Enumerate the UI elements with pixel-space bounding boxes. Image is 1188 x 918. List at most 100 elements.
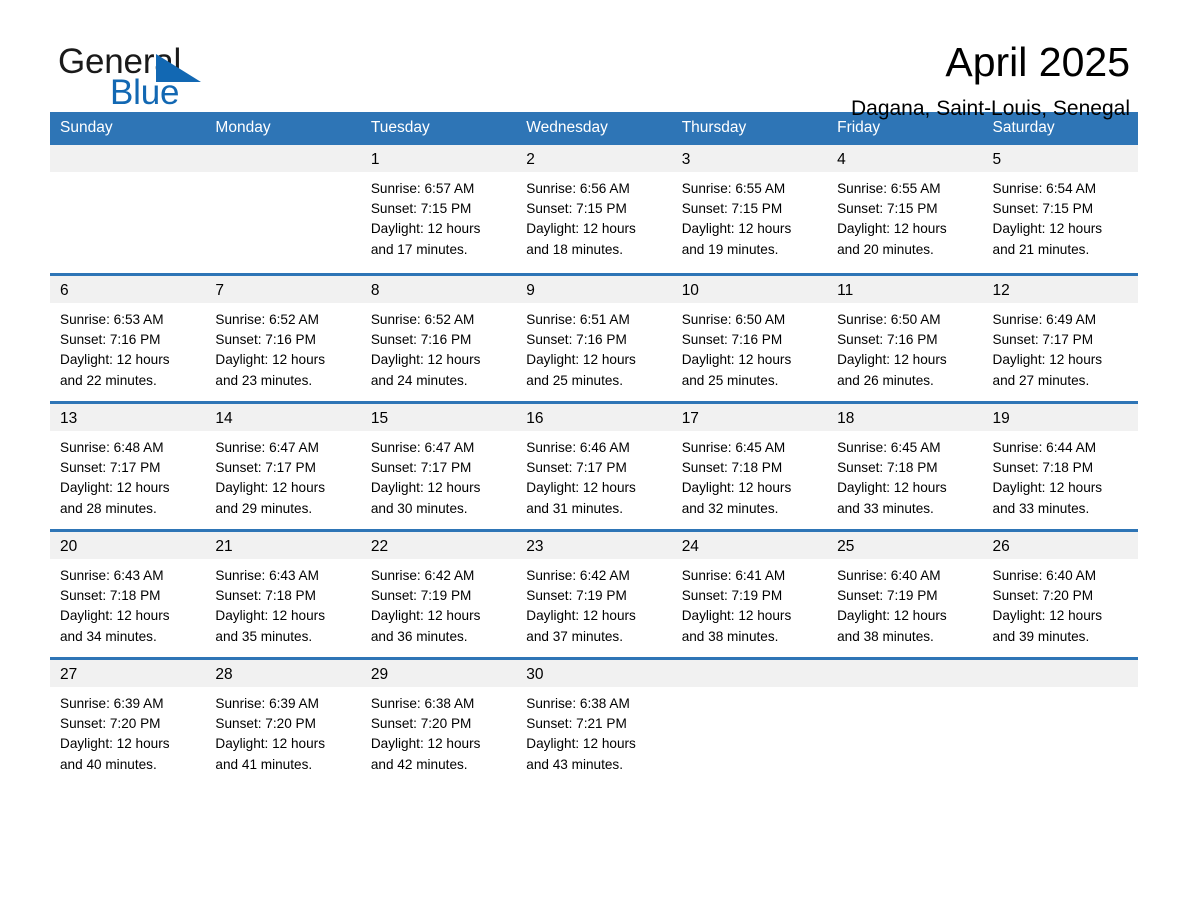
calendar-day-cell[interactable]: 20 Sunrise: 6:43 AM Sunset: 7:18 PM Dayligh… bbox=[50, 529, 206, 657]
calendar-day-cell[interactable] bbox=[205, 145, 361, 273]
calendar-day-cell[interactable]: 15 Sunrise: 6:47 AM Sunset: 7:17 PM Dayligh… bbox=[360, 401, 517, 529]
day-details: Sunrise: 6:52 AM Sunset: 7:16 PM Daylight:… bbox=[361, 303, 516, 391]
sunrise-time: Sunrise: 6:43 AM bbox=[60, 568, 164, 583]
calendar-day-cell[interactable]: 8 Sunrise: 6:52 AM Sunset: 7:16 PM Daylight… bbox=[360, 273, 517, 401]
sunrise-time: Sunrise: 6:45 AM bbox=[681, 440, 786, 455]
calendar-day-cell[interactable]: 9 Sunrise: 6:51 AM Sunset: 7:16 PM Daylight… bbox=[516, 273, 672, 401]
daylight-duration-line1: Daylight: 12 hours bbox=[681, 221, 792, 237]
sunset-time: Sunset: 7:18 PM bbox=[992, 460, 1094, 476]
daylight-duration-line2: and 33 minutes. bbox=[992, 500, 1090, 516]
sunset-time: Sunset: 7:19 PM bbox=[681, 588, 783, 604]
daylight-duration-line2: and 19 minutes. bbox=[681, 241, 779, 257]
daylight-duration-line1: Daylight: 12 hours bbox=[60, 608, 170, 624]
daylight-duration-line2: and 30 minutes. bbox=[370, 500, 468, 516]
calendar-day-cell[interactable]: 7 Sunrise: 6:52 AM Sunset: 7:16 PM Daylight… bbox=[205, 273, 361, 401]
day-details: Sunrise: 6:56 AM Sunset: 7:15 PM Daylight:… bbox=[516, 172, 671, 260]
sunset-time: Sunset: 7:16 PM bbox=[837, 332, 938, 348]
calendar-day-cell[interactable]: 10 Sunrise: 6:50 AM Sunset: 7:16 PM Dayligh… bbox=[671, 273, 828, 401]
calendar-day-cell[interactable] bbox=[50, 145, 206, 273]
daylight-duration-line1: Daylight: 12 hours bbox=[60, 352, 170, 368]
sunrise-time: Sunrise: 6:52 AM bbox=[215, 312, 319, 327]
calendar-day-cell[interactable]: 27 Sunrise: 6:39 AM Sunset: 7:20 PM Dayligh… bbox=[50, 657, 206, 785]
day-details: Sunrise: 6:46 AM Sunset: 7:17 PM Daylight:… bbox=[516, 431, 671, 519]
sunrise-time: Sunrise: 6:47 AM bbox=[370, 440, 475, 455]
sunset-time: Sunset: 7:18 PM bbox=[837, 460, 938, 476]
calendar-day-cell[interactable]: 4 Sunrise: 6:55 AM Sunset: 7:15 PM Daylight… bbox=[827, 145, 983, 273]
day-cell-inner: 8 Sunrise: 6:52 AM Sunset: 7:16 PM Daylight… bbox=[360, 273, 517, 401]
daylight-duration-line2: and 34 minutes. bbox=[60, 628, 157, 644]
calendar-day-cell[interactable]: 21 Sunrise: 6:43 AM Sunset: 7:18 PM Dayligh… bbox=[205, 529, 361, 657]
sunrise-time: Sunrise: 6:51 AM bbox=[526, 312, 630, 327]
day-number: 1 bbox=[360, 145, 517, 172]
day-cell-inner: 5 Sunrise: 6:54 AM Sunset: 7:15 PM Daylight… bbox=[982, 145, 1138, 273]
day-details bbox=[827, 687, 982, 694]
day-details: Sunrise: 6:45 AM Sunset: 7:18 PM Daylight:… bbox=[672, 431, 827, 519]
day-number: 9 bbox=[516, 273, 672, 303]
day-number bbox=[671, 657, 828, 687]
daylight-duration-line1: Daylight: 12 hours bbox=[526, 352, 636, 368]
weekday-header-tuesday: Tuesday bbox=[360, 112, 517, 145]
daylight-duration-line1: Daylight: 12 hours bbox=[681, 352, 792, 368]
calendar-day-cell[interactable]: 22 Sunrise: 6:42 AM Sunset: 7:19 PM Dayligh… bbox=[360, 529, 517, 657]
sunset-time: Sunset: 7:15 PM bbox=[370, 201, 472, 217]
calendar-day-cell[interactable]: 28 Sunrise: 6:39 AM Sunset: 7:20 PM Dayligh… bbox=[205, 657, 361, 785]
daylight-duration-line1: Daylight: 12 hours bbox=[837, 480, 947, 496]
daylight-duration-line1: Daylight: 12 hours bbox=[526, 736, 636, 752]
calendar-day-cell[interactable]: 11 Sunrise: 6:50 AM Sunset: 7:16 PM Dayligh… bbox=[827, 273, 983, 401]
daylight-duration-line2: and 38 minutes. bbox=[837, 628, 934, 644]
day-number: 15 bbox=[360, 401, 517, 431]
calendar-day-cell[interactable]: 16 Sunrise: 6:46 AM Sunset: 7:17 PM Dayligh… bbox=[516, 401, 672, 529]
day-details: Sunrise: 6:49 AM Sunset: 7:17 PM Daylight:… bbox=[983, 303, 1138, 391]
sunrise-time: Sunrise: 6:54 AM bbox=[992, 181, 1097, 196]
sunrise-time: Sunrise: 6:44 AM bbox=[992, 440, 1097, 455]
calendar-day-cell[interactable] bbox=[827, 657, 983, 785]
day-details: Sunrise: 6:57 AM Sunset: 7:15 PM Daylight:… bbox=[361, 172, 516, 260]
calendar-day-cell[interactable]: 23 Sunrise: 6:42 AM Sunset: 7:19 PM Dayligh… bbox=[516, 529, 672, 657]
sunrise-time: Sunrise: 6:42 AM bbox=[526, 568, 630, 583]
calendar-day-cell[interactable]: 12 Sunrise: 6:49 AM Sunset: 7:17 PM Dayligh… bbox=[982, 273, 1138, 401]
day-cell-inner: 28 Sunrise: 6:39 AM Sunset: 7:20 PM Dayligh… bbox=[205, 657, 361, 785]
daylight-duration-line2: and 43 minutes. bbox=[526, 756, 623, 772]
calendar-day-cell[interactable]: 14 Sunrise: 6:47 AM Sunset: 7:17 PM Dayligh… bbox=[205, 401, 361, 529]
day-number: 3 bbox=[671, 145, 828, 172]
calendar-day-cell[interactable]: 19 Sunrise: 6:44 AM Sunset: 7:18 PM Dayligh… bbox=[982, 401, 1138, 529]
day-details: Sunrise: 6:52 AM Sunset: 7:16 PM Daylight:… bbox=[205, 303, 360, 391]
calendar-day-cell[interactable]: 1 Sunrise: 6:57 AM Sunset: 7:15 PM Daylight… bbox=[360, 145, 517, 273]
calendar-day-cell[interactable]: 26 Sunrise: 6:40 AM Sunset: 7:20 PM Dayligh… bbox=[982, 529, 1138, 657]
location-subtitle: Dagana, Saint-Louis, Senegal bbox=[850, 97, 1130, 120]
sunset-time: Sunset: 7:16 PM bbox=[60, 332, 161, 348]
daylight-duration-line2: and 42 minutes. bbox=[370, 756, 468, 772]
day-cell-inner: 14 Sunrise: 6:47 AM Sunset: 7:17 PM Dayligh… bbox=[205, 401, 361, 529]
daylight-duration-line1: Daylight: 12 hours bbox=[215, 352, 325, 368]
day-cell-inner: 29 Sunrise: 6:38 AM Sunset: 7:20 PM Dayligh… bbox=[360, 657, 517, 785]
calendar-day-cell[interactable]: 3 Sunrise: 6:55 AM Sunset: 7:15 PM Daylight… bbox=[671, 145, 828, 273]
day-cell-inner: 23 Sunrise: 6:42 AM Sunset: 7:19 PM Dayligh… bbox=[516, 529, 672, 657]
calendar-day-cell[interactable] bbox=[671, 657, 828, 785]
calendar-day-cell[interactable]: 2 Sunrise: 6:56 AM Sunset: 7:15 PM Daylight… bbox=[516, 145, 672, 273]
calendar-day-cell[interactable]: 30 Sunrise: 6:38 AM Sunset: 7:21 PM Dayligh… bbox=[516, 657, 672, 785]
calendar-day-cell[interactable]: 24 Sunrise: 6:41 AM Sunset: 7:19 PM Dayligh… bbox=[671, 529, 828, 657]
calendar-day-cell[interactable]: 5 Sunrise: 6:54 AM Sunset: 7:15 PM Daylight… bbox=[982, 145, 1138, 273]
calendar-day-cell[interactable]: 6 Sunrise: 6:53 AM Sunset: 7:16 PM Daylight… bbox=[50, 273, 206, 401]
sunset-time: Sunset: 7:19 PM bbox=[370, 588, 472, 604]
sunset-time: Sunset: 7:18 PM bbox=[60, 588, 161, 604]
sunrise-time: Sunrise: 6:57 AM bbox=[370, 181, 475, 196]
calendar-day-cell[interactable]: 29 Sunrise: 6:38 AM Sunset: 7:20 PM Dayligh… bbox=[360, 657, 517, 785]
sunset-time: Sunset: 7:15 PM bbox=[681, 201, 783, 217]
day-cell-inner: 21 Sunrise: 6:43 AM Sunset: 7:18 PM Dayligh… bbox=[205, 529, 361, 657]
sunset-time: Sunset: 7:17 PM bbox=[215, 460, 316, 476]
calendar-day-cell[interactable]: 25 Sunrise: 6:40 AM Sunset: 7:19 PM Dayligh… bbox=[827, 529, 983, 657]
sunset-time: Sunset: 7:16 PM bbox=[526, 332, 627, 348]
calendar-day-cell[interactable]: 13 Sunrise: 6:48 AM Sunset: 7:17 PM Dayligh… bbox=[50, 401, 206, 529]
daylight-duration-line2: and 31 minutes. bbox=[526, 500, 623, 516]
day-details: Sunrise: 6:38 AM Sunset: 7:20 PM Daylight:… bbox=[361, 687, 516, 775]
sunrise-time: Sunrise: 6:39 AM bbox=[215, 696, 319, 711]
day-cell-inner: 3 Sunrise: 6:55 AM Sunset: 7:15 PM Daylight… bbox=[671, 145, 828, 273]
calendar-day-cell[interactable] bbox=[982, 657, 1138, 785]
calendar-day-cell[interactable]: 17 Sunrise: 6:45 AM Sunset: 7:18 PM Dayligh… bbox=[671, 401, 828, 529]
day-number: 30 bbox=[516, 657, 672, 687]
day-cell-inner: 9 Sunrise: 6:51 AM Sunset: 7:16 PM Daylight… bbox=[516, 273, 672, 401]
daylight-duration-line1: Daylight: 12 hours bbox=[992, 221, 1103, 237]
calendar-day-cell[interactable]: 18 Sunrise: 6:45 AM Sunset: 7:18 PM Dayligh… bbox=[827, 401, 983, 529]
sunset-time: Sunset: 7:15 PM bbox=[526, 201, 627, 217]
